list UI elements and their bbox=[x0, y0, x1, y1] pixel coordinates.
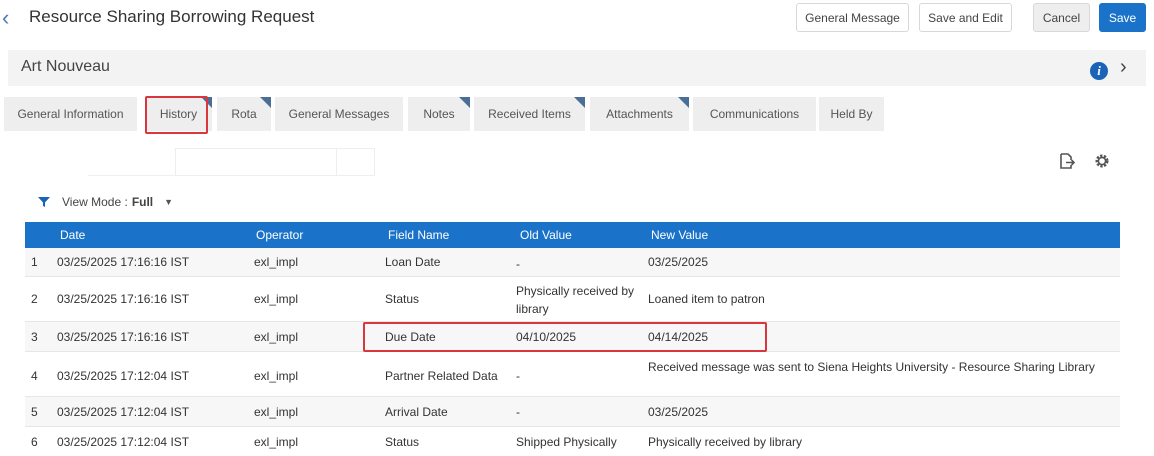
new-value-cell: 03/25/2025 bbox=[648, 255, 709, 269]
table-row[interactable]: 5 03/25/2025 17:12:04 IST exl_impl Arriv… bbox=[25, 397, 1120, 427]
table-row[interactable]: 3 03/25/2025 17:16:16 IST exl_impl Due D… bbox=[25, 322, 1120, 352]
field-name-cell: Partner Related Data bbox=[385, 369, 498, 383]
table-row[interactable]: 2 03/25/2025 17:16:16 IST exl_impl Statu… bbox=[25, 277, 1120, 322]
column-header-old-value[interactable]: Old Value bbox=[520, 228, 572, 242]
table-row[interactable]: 6 03/25/2025 17:12:04 IST exl_impl Statu… bbox=[25, 427, 1120, 456]
old-value-cell: - bbox=[516, 369, 520, 383]
tab-history[interactable]: History bbox=[145, 97, 212, 131]
operator-cell: exl_impl bbox=[254, 405, 299, 419]
new-value-cell: Physically received by library bbox=[648, 435, 803, 449]
row-index: 6 bbox=[31, 435, 38, 449]
filter-field[interactable] bbox=[337, 148, 375, 176]
chevron-right-icon[interactable]: › bbox=[1120, 56, 1127, 79]
operator-cell: exl_impl bbox=[254, 255, 299, 269]
export-icon[interactable] bbox=[1058, 152, 1076, 170]
operator-cell: exl_impl bbox=[254, 330, 299, 344]
tab-held-by[interactable]: Held By bbox=[819, 97, 884, 131]
new-value-cell: 03/25/2025 bbox=[648, 405, 709, 419]
date-cell: 03/25/2025 17:12:04 IST bbox=[57, 405, 190, 419]
tab-attachments[interactable]: Attachments bbox=[590, 97, 689, 131]
date-cell: 03/25/2025 17:12:04 IST bbox=[57, 369, 190, 383]
date-cell: 03/25/2025 17:16:16 IST bbox=[57, 292, 190, 306]
view-mode-value: Full bbox=[131, 195, 154, 209]
table-row[interactable]: 4 03/25/2025 17:12:04 IST exl_impl Partn… bbox=[25, 352, 1120, 397]
content-indicator-icon bbox=[459, 97, 470, 108]
date-cell: 03/25/2025 17:16:16 IST bbox=[57, 255, 190, 269]
content-indicator-icon bbox=[201, 97, 212, 108]
content-indicator-icon bbox=[678, 97, 689, 108]
table-header: Date Operator Field Name Old Value New V… bbox=[25, 222, 1120, 248]
info-icon[interactable]: i bbox=[1090, 62, 1108, 80]
history-table: Date Operator Field Name Old Value New V… bbox=[25, 222, 1120, 456]
old-value-cell: - bbox=[516, 257, 520, 271]
row-index: 1 bbox=[31, 255, 38, 269]
operator-cell: exl_impl bbox=[254, 292, 299, 306]
date-cell: 03/25/2025 17:16:16 IST bbox=[57, 330, 190, 344]
tab-bar: General Information History Rota General… bbox=[4, 97, 1154, 131]
cancel-button[interactable]: Cancel bbox=[1033, 3, 1090, 32]
row-index: 2 bbox=[31, 292, 38, 306]
column-header-new-value[interactable]: New Value bbox=[651, 228, 708, 242]
tab-general-messages[interactable]: General Messages bbox=[275, 97, 403, 131]
save-button[interactable]: Save bbox=[1099, 3, 1146, 32]
field-name-cell: Status bbox=[385, 292, 420, 306]
page-header: ‹ Resource Sharing Borrowing Request Gen… bbox=[0, 0, 1154, 40]
tab-general-information[interactable]: General Information bbox=[4, 97, 137, 131]
filter-field[interactable] bbox=[88, 148, 178, 176]
row-index: 5 bbox=[31, 405, 38, 419]
caret-down-icon: ▼ bbox=[164, 197, 174, 207]
column-header-date[interactable]: Date bbox=[60, 228, 85, 242]
view-mode-selector[interactable]: View Mode : Full ▼ bbox=[38, 193, 173, 211]
general-message-button[interactable]: General Message bbox=[796, 3, 909, 32]
new-value-cell: Loaned item to patron bbox=[648, 292, 765, 306]
field-name-cell: Arrival Date bbox=[385, 405, 448, 419]
old-value-cell: - bbox=[516, 405, 520, 419]
field-name-cell: Loan Date bbox=[385, 255, 441, 269]
new-value-cell: 04/14/2025 bbox=[648, 330, 709, 344]
operator-cell: exl_impl bbox=[254, 435, 299, 449]
page-title: Resource Sharing Borrowing Request bbox=[29, 7, 315, 26]
new-value-cell: Received message was sent to Siena Heigh… bbox=[648, 360, 1095, 374]
tab-communications[interactable]: Communications bbox=[693, 97, 816, 131]
table-row[interactable]: 1 03/25/2025 17:16:16 IST exl_impl Loan … bbox=[25, 248, 1120, 277]
column-header-operator[interactable]: Operator bbox=[256, 228, 303, 242]
tab-rota[interactable]: Rota bbox=[217, 97, 271, 131]
column-header-field-name[interactable]: Field Name bbox=[388, 228, 449, 242]
operator-cell: exl_impl bbox=[254, 369, 299, 383]
record-header: Art Nouveau i › bbox=[8, 50, 1146, 86]
old-value-cell: Physically received by library bbox=[516, 284, 635, 316]
save-and-edit-button[interactable]: Save and Edit bbox=[919, 3, 1012, 32]
field-name-cell: Due Date bbox=[385, 330, 436, 344]
tab-received-items[interactable]: Received Items bbox=[474, 97, 585, 131]
old-value-cell: Shipped Physically bbox=[516, 435, 617, 449]
content-indicator-icon bbox=[260, 97, 271, 108]
date-cell: 03/25/2025 17:12:04 IST bbox=[57, 435, 190, 449]
gear-icon[interactable] bbox=[1094, 153, 1110, 169]
filter-icon bbox=[38, 197, 50, 207]
tab-notes[interactable]: Notes bbox=[408, 97, 470, 131]
old-value-cell: 04/10/2025 bbox=[516, 330, 577, 344]
record-title: Art Nouveau bbox=[21, 58, 110, 75]
field-name-cell: Status bbox=[385, 435, 420, 449]
content-indicator-icon bbox=[574, 97, 585, 108]
row-index: 3 bbox=[31, 330, 38, 344]
back-chevron-icon[interactable]: ‹ bbox=[2, 6, 18, 30]
filter-field[interactable] bbox=[175, 148, 337, 176]
view-mode-label: View Mode : bbox=[62, 195, 128, 209]
row-index: 4 bbox=[31, 369, 38, 383]
